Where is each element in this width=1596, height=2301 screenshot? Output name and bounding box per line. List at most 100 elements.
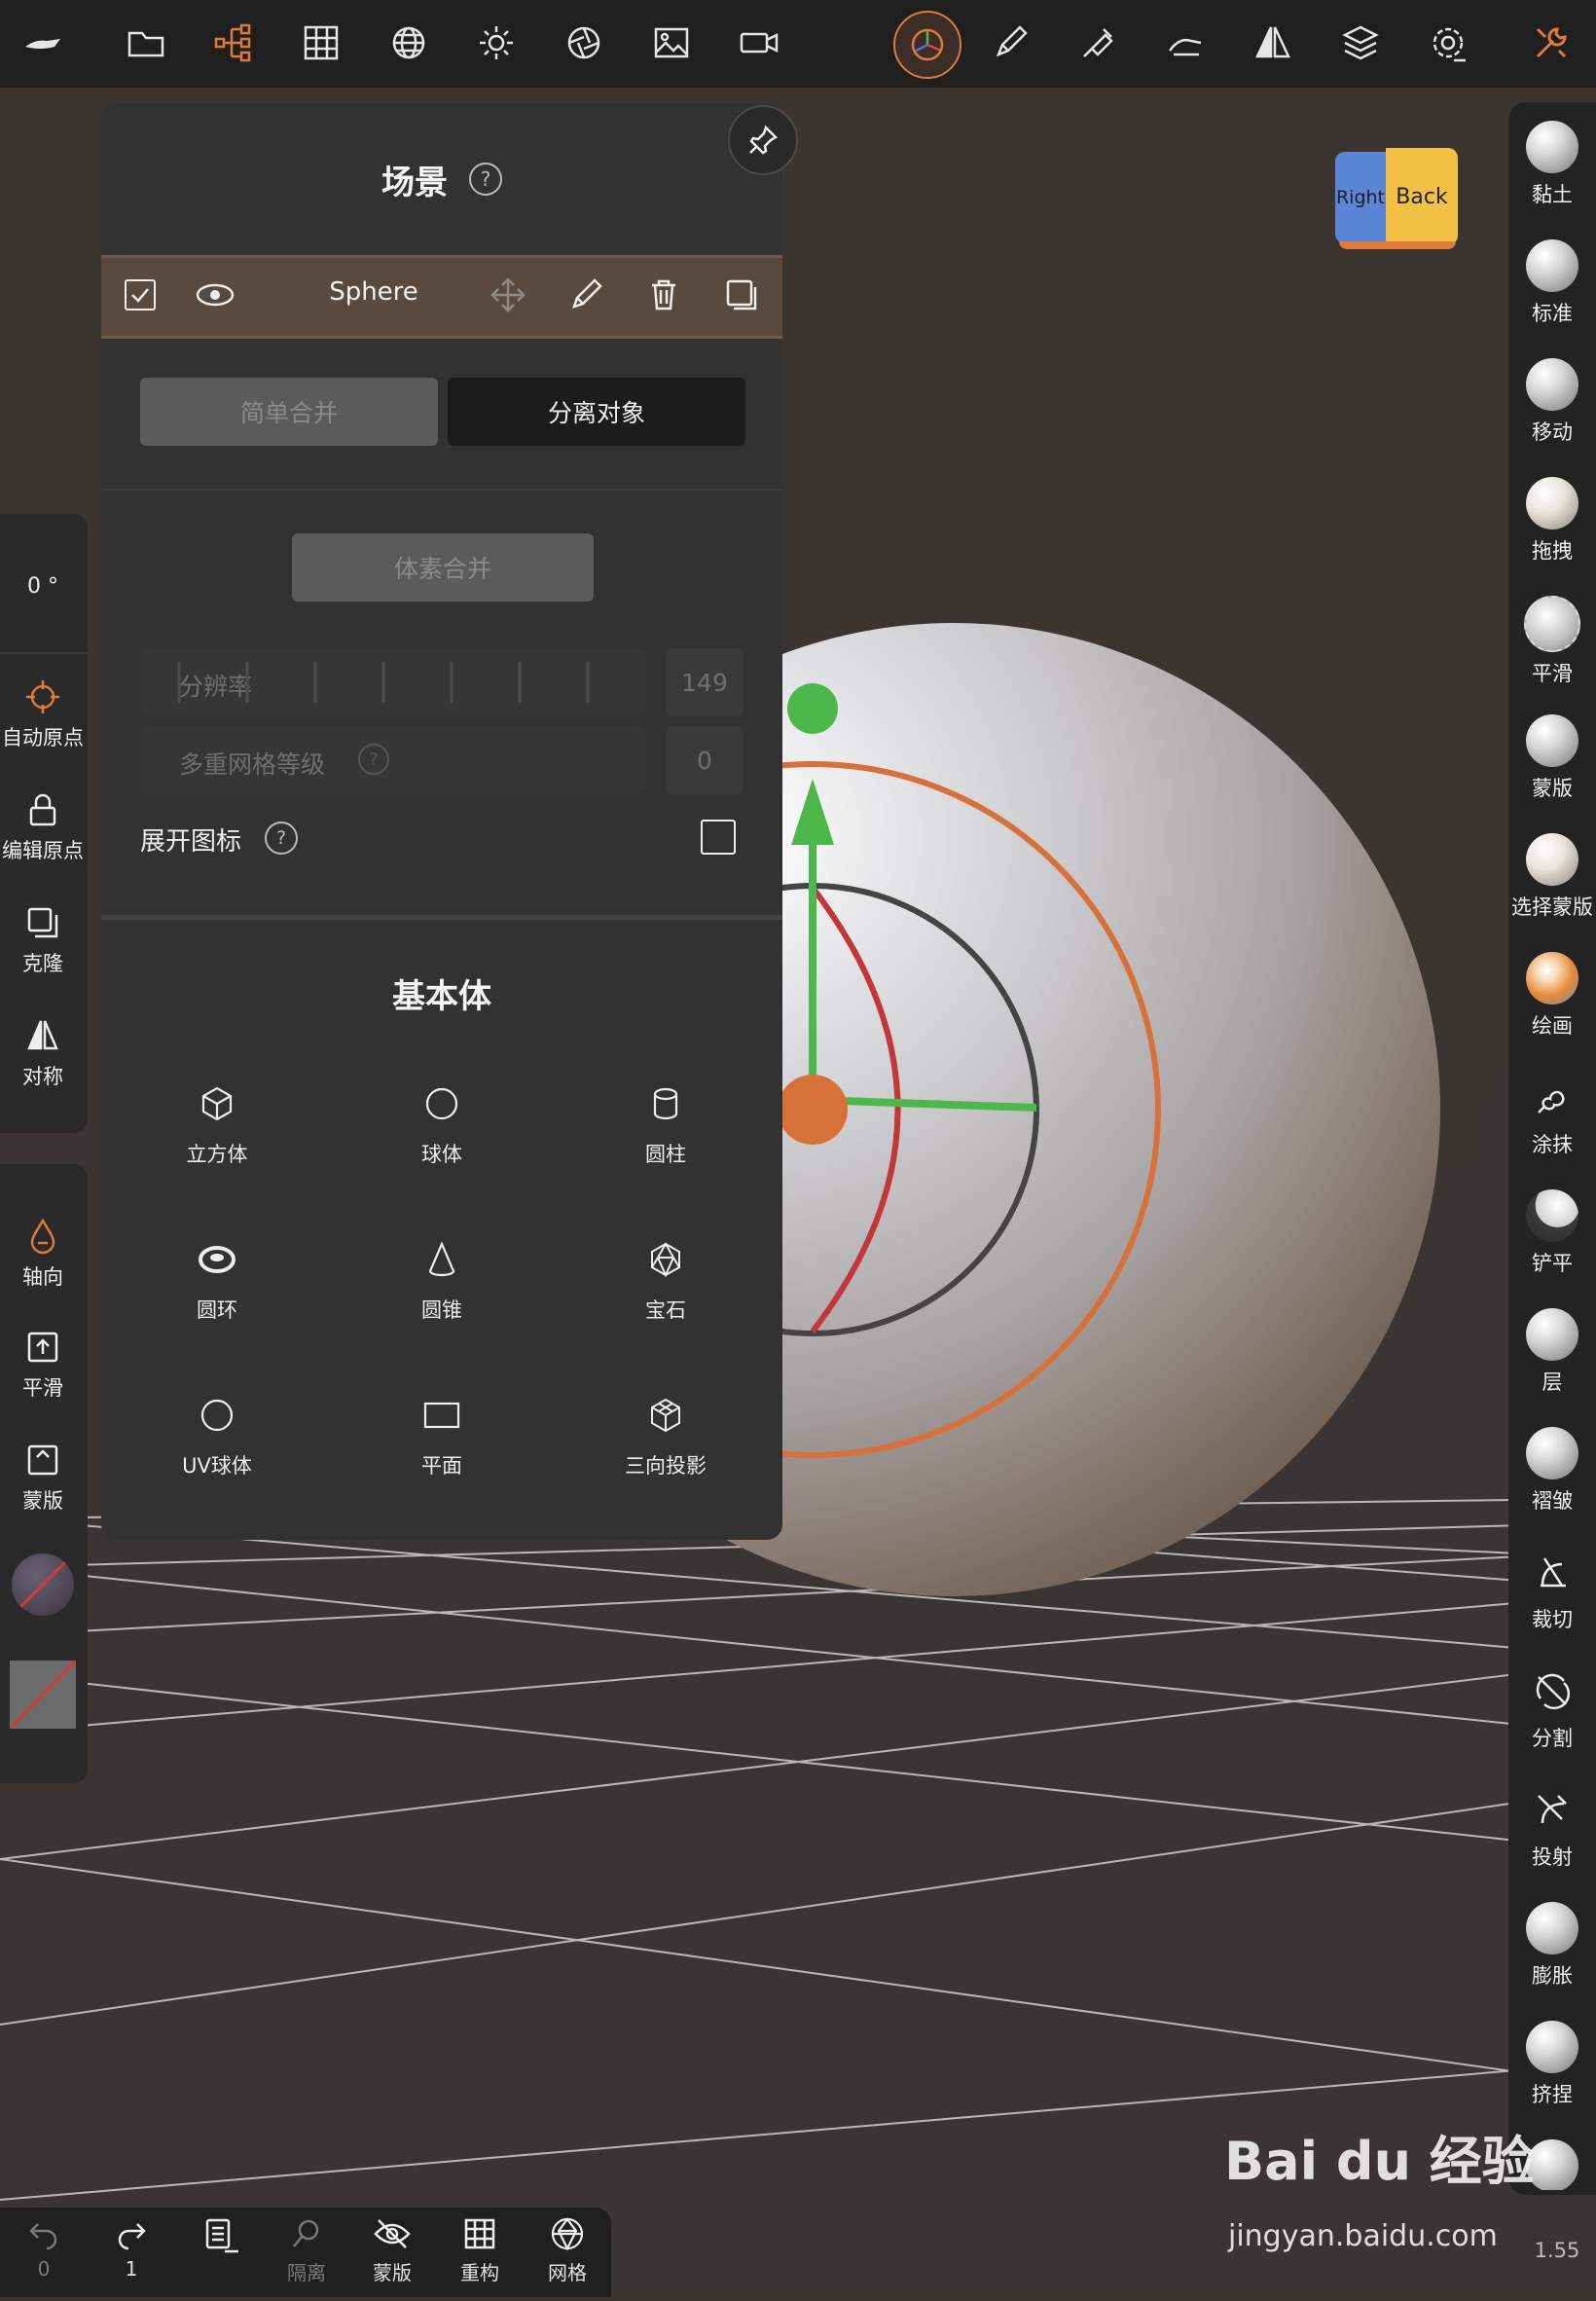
- primitive-uv-sphere[interactable]: UV球体: [129, 1388, 305, 1505]
- help-icon[interactable]: ?: [469, 163, 502, 196]
- tool-standard[interactable]: 标准: [1508, 222, 1596, 341]
- multires-slider[interactable]: 多重网格等级 ?: [140, 726, 646, 794]
- color-swatch[interactable]: [8, 1659, 78, 1731]
- tool-crease[interactable]: 褶皱: [1508, 1409, 1596, 1528]
- primitive-torus[interactable]: 圆环: [129, 1232, 305, 1349]
- rotation-angle[interactable]: 0 °: [0, 574, 86, 599]
- remesh-label: 重构: [460, 2261, 499, 2284]
- primitive-plane[interactable]: 平面: [354, 1388, 529, 1505]
- primitive-sphere[interactable]: 球体: [354, 1077, 529, 1193]
- expand-icons-help-icon[interactable]: ?: [265, 822, 298, 855]
- smooth-label: 平滑: [22, 1376, 63, 1400]
- tool-mask[interactable]: 蒙版: [1508, 697, 1596, 816]
- watermark-logo: Bai du 经验: [1224, 2131, 1535, 2192]
- multires-help-icon[interactable]: ?: [358, 744, 389, 775]
- resolution-slider[interactable]: 分辨率: [140, 648, 646, 716]
- voxel-merge-button[interactable]: 体素合并: [292, 533, 594, 602]
- mask-visibility-button[interactable]: 蒙版: [348, 2214, 436, 2292]
- move-icon[interactable]: [489, 275, 527, 314]
- gizmo-toggle-button[interactable]: [893, 11, 961, 79]
- edit-origin-button[interactable]: 编辑原点: [0, 785, 86, 864]
- undo-button[interactable]: 0: [0, 2214, 88, 2292]
- tool-smudge[interactable]: 涂抹: [1508, 1053, 1596, 1172]
- material-button[interactable]: [380, 14, 438, 72]
- pin-panel-button[interactable]: [728, 105, 798, 175]
- sculpt-settings-button[interactable]: [1156, 14, 1215, 72]
- tool-clay[interactable]: 黏土: [1508, 103, 1596, 222]
- tool-label: 拖拽: [1532, 539, 1573, 563]
- material-sphere-swatch[interactable]: [12, 1553, 74, 1616]
- auto-origin-button[interactable]: 自动原点: [0, 672, 86, 751]
- primitive-gem[interactable]: 宝石: [578, 1232, 753, 1349]
- settings-button[interactable]: [1419, 14, 1477, 72]
- tool-label: 挤捏: [1532, 2083, 1573, 2106]
- sphere-icon: [425, 1087, 458, 1120]
- plane-icon: [423, 1402, 460, 1429]
- symmetry-toggle-button[interactable]: 对称: [0, 1010, 86, 1090]
- layers-button[interactable]: [1331, 14, 1390, 72]
- video-button[interactable]: [730, 14, 788, 72]
- tool-trim[interactable]: 裁切: [1508, 1528, 1596, 1647]
- resolution-value[interactable]: 149: [666, 648, 744, 716]
- clone-button[interactable]: 克隆: [0, 897, 86, 977]
- remesh-button[interactable]: 重构: [436, 2214, 524, 2292]
- tool-move[interactable]: 移动: [1508, 341, 1596, 459]
- primitive-label: 立方体: [186, 1143, 248, 1166]
- eye-icon[interactable]: [195, 277, 236, 312]
- object-row-sphere[interactable]: Sphere: [101, 255, 782, 339]
- isolate-button[interactable]: 隔离: [263, 2214, 350, 2292]
- tool-split[interactable]: 分割: [1508, 1647, 1596, 1766]
- trash-icon[interactable]: [644, 275, 683, 314]
- tool-select-mask[interactable]: 选择蒙版: [1508, 816, 1596, 934]
- background-button[interactable]: [642, 14, 701, 72]
- primitive-label: 宝石: [645, 1298, 686, 1322]
- tool-layer[interactable]: 层: [1508, 1291, 1596, 1409]
- redo-button[interactable]: 1: [88, 2214, 175, 2292]
- simple-merge-button[interactable]: 简单合并: [140, 378, 438, 446]
- mask-toggle-button[interactable]: 蒙版: [0, 1435, 86, 1515]
- divider: [101, 489, 782, 491]
- primitive-cube[interactable]: 立方体: [129, 1077, 305, 1193]
- camera-settings-button[interactable]: [555, 14, 613, 72]
- primitive-triplanar[interactable]: 三向投影: [578, 1388, 753, 1505]
- lighting-button[interactable]: [467, 14, 526, 72]
- tools-button[interactable]: [1522, 14, 1580, 72]
- standard-brush-icon: [1526, 239, 1578, 292]
- tool-inflate[interactable]: 膨胀: [1508, 1884, 1596, 2003]
- tool-drag[interactable]: 拖拽: [1508, 459, 1596, 578]
- view-cube[interactable]: Right Back: [1335, 148, 1458, 249]
- tool-pinch[interactable]: 挤捏: [1508, 2003, 1596, 2122]
- tool-paint[interactable]: 绘画: [1508, 934, 1596, 1053]
- view-cube-right-face[interactable]: Right: [1335, 152, 1386, 243]
- clay-brush-icon: [1526, 121, 1578, 173]
- primitive-cylinder[interactable]: 圆柱: [578, 1077, 753, 1193]
- topology-button[interactable]: [292, 14, 350, 72]
- stroke-button[interactable]: [1069, 14, 1127, 72]
- rename-pencil-icon[interactable]: [566, 275, 605, 314]
- tool-smooth[interactable]: 平滑: [1508, 578, 1596, 697]
- app-menu-button[interactable]: [14, 14, 72, 72]
- separate-objects-button[interactable]: 分离对象: [448, 378, 745, 446]
- object-name[interactable]: Sphere: [276, 277, 471, 307]
- files-button[interactable]: [117, 14, 175, 72]
- scene-button[interactable]: [204, 14, 263, 72]
- undo-count: 0: [37, 2257, 51, 2281]
- object-visible-checkbox[interactable]: [125, 279, 156, 310]
- primitive-cone[interactable]: 圆锥: [354, 1232, 529, 1349]
- tool-flatten[interactable]: 铲平: [1508, 1172, 1596, 1291]
- multires-value[interactable]: 0: [666, 726, 744, 794]
- symmetry-button[interactable]: [1244, 14, 1302, 72]
- expand-icons-checkbox[interactable]: [701, 820, 736, 855]
- uv-sphere-icon: [200, 1399, 234, 1432]
- view-cube-back-face[interactable]: Back: [1386, 148, 1458, 245]
- wireframe-button[interactable]: 网格: [524, 2214, 611, 2292]
- brush-button[interactable]: [981, 14, 1039, 72]
- tool-project[interactable]: 投射: [1508, 1766, 1596, 1884]
- smooth-toggle-button[interactable]: 平滑: [0, 1322, 86, 1402]
- split-icon: [1536, 1673, 1571, 1710]
- scene-panel: 场景 ? Sphere 简单合并 分离对象 体素合并 分辨率 149 多重网格等…: [101, 103, 782, 1540]
- history-button[interactable]: [175, 2214, 263, 2292]
- check-icon: [131, 288, 149, 303]
- axis-button[interactable]: 轴向: [0, 1211, 86, 1291]
- duplicate-icon[interactable]: [722, 275, 761, 314]
